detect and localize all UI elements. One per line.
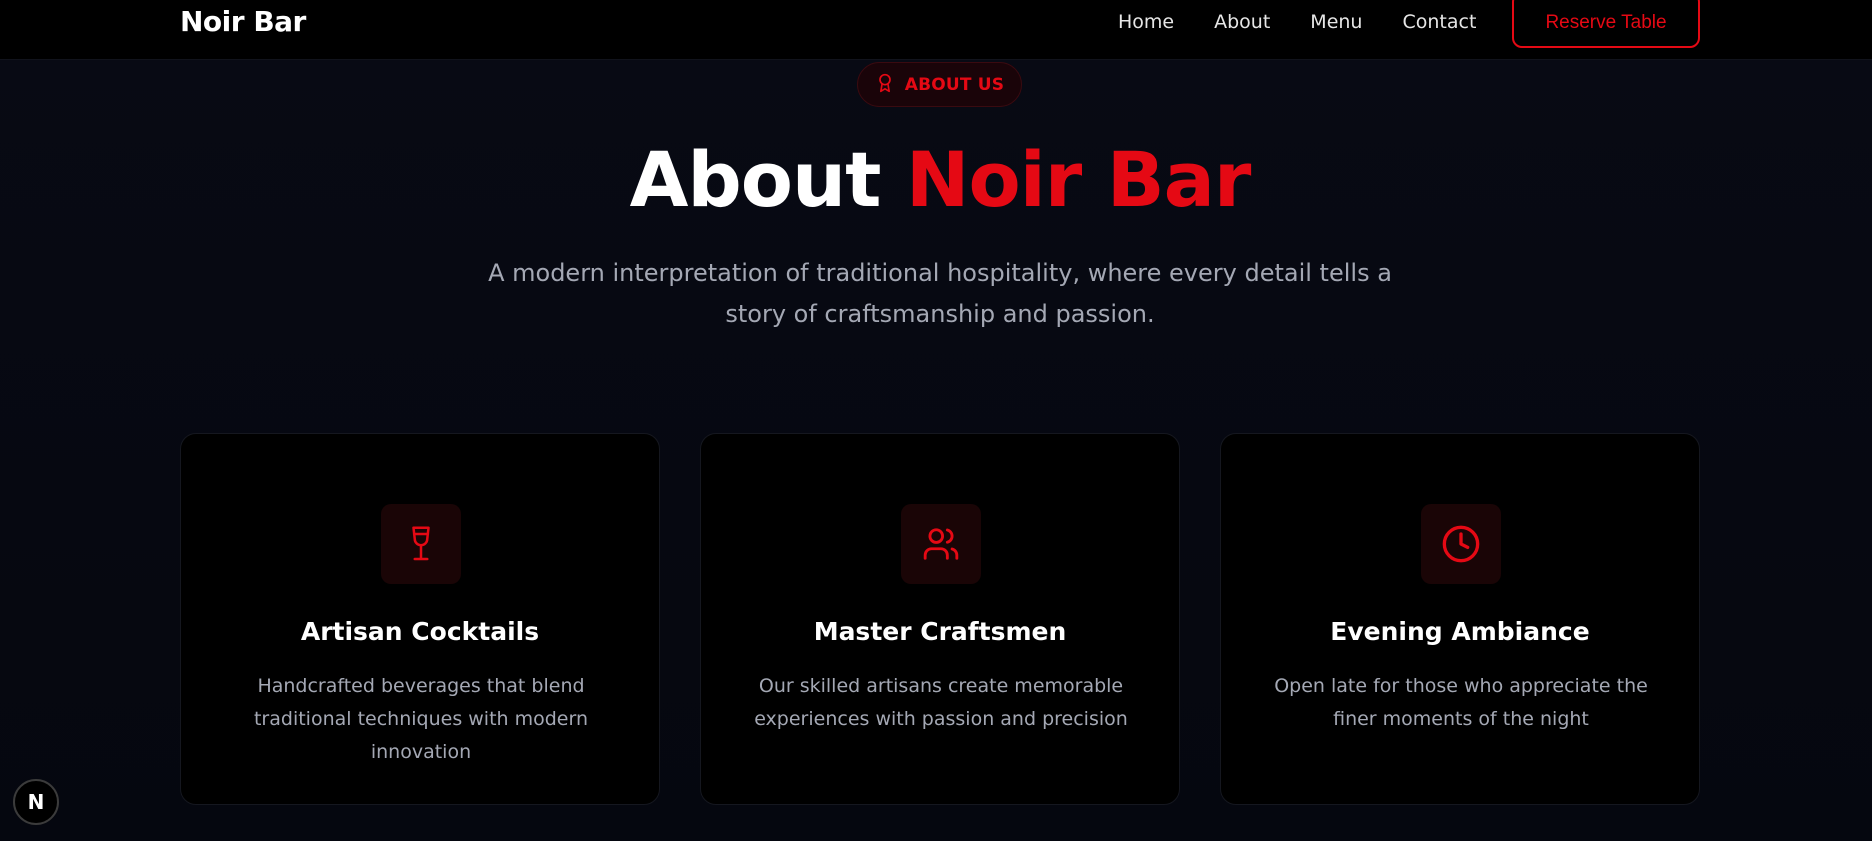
feature-card-craftsmen: Master Craftsmen Our skilled artisans cr… bbox=[700, 433, 1180, 805]
page-title: About Noir Bar bbox=[0, 130, 1872, 230]
nav-link-home[interactable]: Home bbox=[1118, 10, 1174, 34]
card-title: Evening Ambiance bbox=[1330, 617, 1590, 646]
users-icon bbox=[901, 504, 981, 584]
title-plain: About bbox=[629, 135, 906, 224]
card-title: Master Craftsmen bbox=[813, 617, 1067, 646]
reserve-table-button[interactable]: Reserve Table bbox=[1512, 0, 1700, 48]
title-accent: Noir Bar bbox=[905, 135, 1252, 224]
card-description: Open late for those who appreciate the f… bbox=[1274, 675, 1648, 730]
brand-logo[interactable]: Noir Bar bbox=[180, 6, 306, 38]
badge-label: ABOUT US bbox=[904, 74, 1005, 95]
award-icon bbox=[875, 71, 895, 99]
card-description: Our skilled artisans create memorable ex… bbox=[754, 675, 1128, 730]
card-description: Handcrafted beverages that blend traditi… bbox=[253, 675, 589, 763]
about-us-badge: ABOUT US bbox=[857, 62, 1022, 107]
dev-tools-button[interactable]: N bbox=[13, 779, 59, 825]
page-subtitle: A modern interpretation of traditional h… bbox=[488, 259, 1392, 328]
feature-card-ambiance: Evening Ambiance Open late for those who… bbox=[1220, 433, 1700, 805]
nav-links: Home About Menu Contact bbox=[1118, 10, 1476, 34]
navbar: Noir Bar Home About Menu Contact Reserve… bbox=[0, 0, 1872, 60]
wine-glass-icon bbox=[381, 504, 461, 584]
card-title: Artisan Cocktails bbox=[300, 617, 540, 646]
clock-icon bbox=[1421, 504, 1501, 584]
nav-link-contact[interactable]: Contact bbox=[1402, 10, 1476, 34]
feature-card-cocktails: Artisan Cocktails Handcrafted beverages … bbox=[180, 433, 660, 805]
nav-link-menu[interactable]: Menu bbox=[1310, 10, 1362, 34]
nav-link-about[interactable]: About bbox=[1214, 10, 1270, 34]
